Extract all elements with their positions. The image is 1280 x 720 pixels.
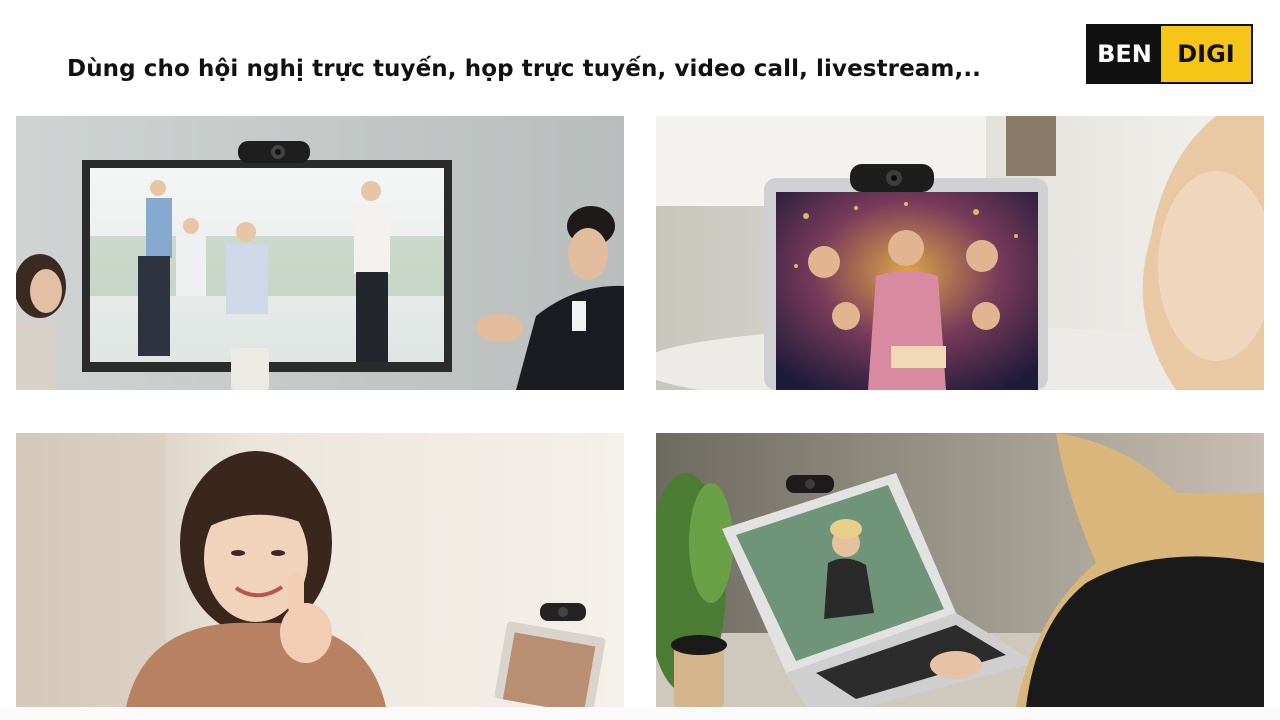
photo-video-conference: [16, 116, 624, 390]
photo-laptop-party-call: [656, 116, 1264, 390]
bendigi-logo[interactable]: BEN DIGI: [1086, 24, 1253, 84]
bottom-strip: [0, 707, 1280, 720]
photo-woman-thumbs-up: [16, 433, 624, 707]
logo-text-ben: BEN: [1088, 26, 1161, 82]
photo-laptop-online-class: [656, 433, 1264, 707]
headline: Dùng cho hội nghị trực tuyến, họp trực t…: [67, 56, 982, 82]
logo-text-digi: DIGI: [1161, 26, 1251, 82]
